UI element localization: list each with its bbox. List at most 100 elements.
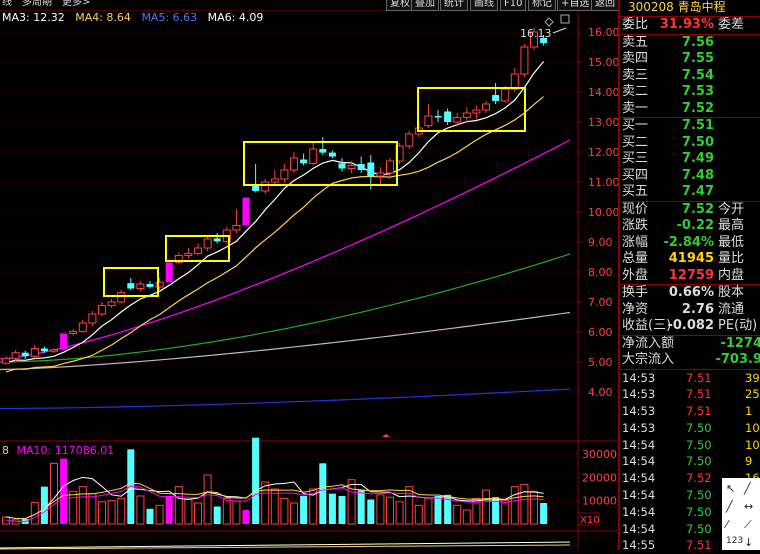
trade-volume: 9	[745, 454, 753, 469]
fundamental-0-row: 换手 0.66% 股本	[620, 285, 760, 302]
volume-bar	[347, 479, 356, 525]
volume-tick-label: 30000	[582, 448, 617, 461]
diamond-marker-icon	[544, 17, 554, 27]
price-tick-label: 16.00	[588, 26, 620, 39]
back-button[interactable]: 返回	[591, 0, 619, 11]
stat-3-label: 总量	[622, 251, 649, 266]
weicha-label: 委差	[718, 17, 745, 32]
volume-bar	[328, 493, 336, 524]
candle-body	[117, 291, 126, 303]
volume-legend: 8 MA10: 117086.01	[2, 444, 118, 457]
volume-bar	[453, 504, 462, 525]
segment-tool-icon[interactable]: ⟋	[744, 518, 752, 532]
candle-body	[434, 116, 442, 118]
candle-body	[472, 109, 481, 114]
candle-body	[510, 73, 519, 90]
volume-bar	[376, 494, 385, 525]
trade-price: 7.50	[686, 454, 712, 469]
candle-body	[146, 284, 154, 287]
volume-bar	[290, 502, 298, 525]
ray-tool-icon[interactable]: ╱	[726, 500, 733, 513]
stat-1-value: -0.22	[676, 218, 714, 233]
horizontal-line-icon[interactable]: ↔	[744, 500, 753, 513]
trade-price: 7.52	[686, 471, 712, 486]
volume-bar	[174, 486, 183, 525]
ask-level-3-label: 卖三	[622, 67, 649, 83]
fundamental-0-extra-label: 股本	[718, 285, 745, 300]
f10-button[interactable]: F10	[500, 0, 527, 11]
parallel-tool-icon[interactable]: ⁄	[726, 518, 728, 531]
trade-price: 7.51	[686, 404, 712, 419]
price-tick-label: 7.00	[588, 296, 613, 309]
candle-body	[405, 133, 414, 147]
ma4-label: MA4: 8.64	[75, 11, 131, 24]
volume-bar	[395, 501, 404, 525]
candle-body	[482, 103, 490, 111]
volume-bar	[434, 496, 442, 524]
stat-4-extra-label: 内盘	[718, 267, 745, 283]
arrow-tool-icon[interactable]: ↓	[744, 536, 753, 549]
trade-time: 14:55	[622, 538, 656, 553]
bid-level-1-row: 买一 7.51	[620, 118, 760, 135]
ask-level-4-value: 7.55	[681, 51, 714, 66]
candle-body	[11, 352, 20, 359]
stat-0-extra-label: 今开	[718, 201, 745, 217]
volume-bar	[520, 483, 529, 525]
draw-line-button[interactable]: 画线	[470, 0, 498, 11]
trade-time: 14:54	[622, 454, 656, 469]
toolbar-item-multi-period[interactable]: 多周期	[22, 0, 52, 8]
fundamental-1-label: 净资	[622, 301, 649, 317]
restore-rights-button[interactable]: 复权	[386, 0, 414, 11]
volume-bar	[184, 499, 193, 525]
candle-body	[462, 112, 471, 118]
statistics-button[interactable]: 统计	[440, 0, 468, 11]
candle-body	[194, 247, 202, 254]
candle-body	[300, 159, 308, 164]
trade-time: 14:54	[622, 504, 656, 519]
trade-time: 14:54	[622, 437, 656, 452]
fundamental-1-extra-label: 流通	[718, 301, 745, 317]
trade-time: 14:54	[622, 488, 656, 503]
volume-tick-label: 10000	[582, 495, 617, 508]
candle-body	[203, 238, 212, 249]
candle-body	[136, 283, 145, 289]
candle-body	[386, 160, 394, 174]
volume-bar	[280, 497, 289, 525]
bid-level-2-value: 7.50	[681, 134, 714, 150]
volume-bar	[78, 486, 87, 525]
overlay-button[interactable]: 叠加	[411, 0, 439, 11]
ask-level-1-row: 卖一 7.52	[620, 101, 760, 118]
kline-chart[interactable]: 16.00 15.00 14.00 13.00 12.00 11.00 10.00 9.00 8…	[0, 0, 620, 550]
bid-level-5-row: 买五 7.47	[620, 184, 760, 201]
candle-body	[40, 348, 48, 352]
volume-bar	[414, 504, 423, 525]
candle-body	[347, 165, 356, 169]
volume-bar	[270, 488, 279, 525]
toolbar-item-more[interactable]: 更多>	[62, 0, 90, 8]
pointer-icon[interactable]: ↖	[726, 482, 735, 495]
volume-unit-label: X10	[580, 515, 600, 526]
volume-bar	[482, 489, 490, 525]
trade-row: 14:53 7.51 1	[620, 403, 760, 420]
mark-button[interactable]: 标记	[528, 0, 556, 11]
trade-row: 14:53 7.50 102	[620, 420, 760, 437]
volume-ma10-label: MA10: 117086.01	[16, 444, 115, 457]
volume-bar	[319, 463, 327, 524]
price-tick-label: 4.00	[588, 386, 613, 399]
volume-bar	[357, 490, 365, 524]
trade-time: 14:54	[622, 521, 656, 536]
bid-level-4-value: 7.48	[681, 167, 714, 183]
line-tool-icon[interactable]: ╱	[744, 482, 751, 495]
candle-body	[98, 305, 106, 315]
candle-body	[338, 163, 346, 169]
ask-level-2-row: 卖二 7.53	[620, 84, 760, 101]
fundamental-2-row: 收益(三) -0.082 PE(动)	[620, 318, 760, 335]
fund-flow-value: -703.9	[715, 352, 760, 367]
trade-volume: 10	[745, 437, 760, 452]
stat-1-row: 涨跌 -0.22 最高	[620, 218, 760, 235]
ask-level-4-label: 卖四	[622, 51, 649, 66]
trade-price: 7.51	[686, 387, 712, 402]
text-tool-icon[interactable]: 123	[726, 536, 743, 546]
toolbar-item-line[interactable]: 线	[2, 0, 12, 8]
add-watchlist-button[interactable]: +自选	[557, 0, 594, 11]
